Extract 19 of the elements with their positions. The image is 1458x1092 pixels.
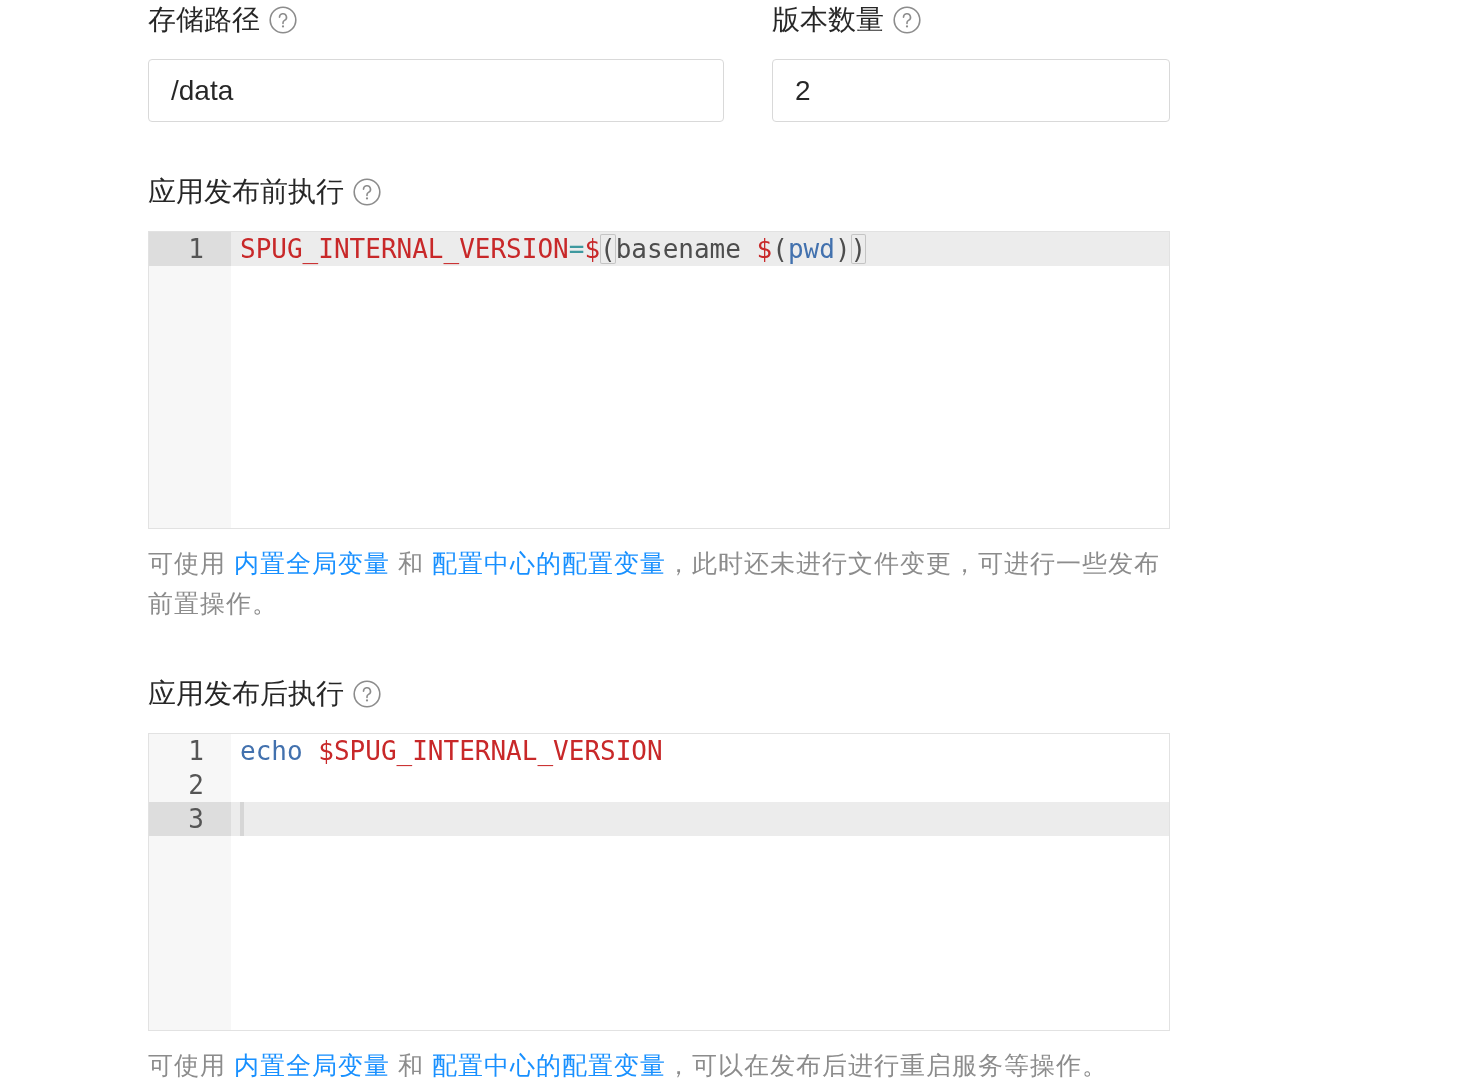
line-number: 1	[187, 735, 205, 768]
line-number: 2	[187, 769, 205, 802]
help-icon[interactable]	[269, 6, 297, 34]
field-label: 存储路径	[148, 3, 260, 37]
code-editor[interactable]: 1 2 3 echo $SPUG_INTERNAL_VERSION	[148, 733, 1170, 1031]
help-text: 可使用 内置全局变量 和 配置中心的配置变量，可以在发布后进行重启服务等操作。	[148, 1050, 1109, 1081]
field-label: 应用发布前执行	[148, 175, 344, 209]
help-text: 可使用 内置全局变量 和 配置中心的配置变量，此时还未进行文件变更，可进行一些发布前置操作。	[148, 548, 1161, 619]
line-number: 3	[149, 802, 231, 836]
code-line: echo $SPUG_INTERNAL_VERSION	[239, 735, 664, 768]
input-field[interactable]: 2	[772, 59, 1170, 122]
line-number: 1	[149, 232, 231, 266]
help-icon[interactable]	[353, 680, 381, 708]
help-icon[interactable]	[893, 6, 921, 34]
code-editor[interactable]: 1 SPUG_INTERNAL_VERSION=$(basename $(pwd))	[148, 231, 1170, 529]
field-label: 版本数量	[772, 3, 884, 37]
help-icon[interactable]	[353, 178, 381, 206]
input-field[interactable]: /data	[148, 59, 724, 122]
field-label: 应用发布后执行	[148, 677, 344, 711]
